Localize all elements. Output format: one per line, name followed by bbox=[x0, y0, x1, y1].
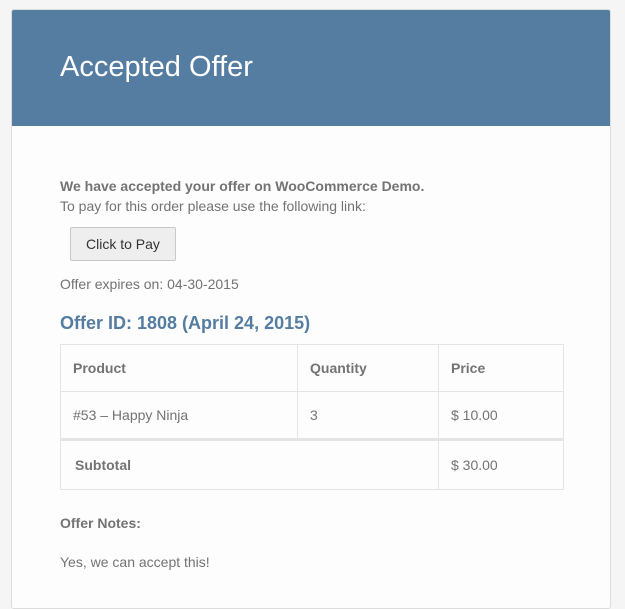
page-title: Accepted Offer bbox=[60, 50, 253, 83]
column-header-quantity: Quantity bbox=[297, 344, 439, 392]
email-body: We have accepted your offer on WooCommer… bbox=[12, 126, 610, 572]
intro-text: To pay for this order please use the fol… bbox=[60, 198, 366, 214]
click-to-pay-button[interactable]: Click to Pay bbox=[70, 227, 176, 261]
cell-quantity: 3 bbox=[297, 391, 439, 440]
email-header: Accepted Offer bbox=[12, 10, 610, 126]
email-card: Accepted Offer We have accepted your off… bbox=[11, 9, 611, 609]
offer-id-heading: Offer ID: 1808 (April 24, 2015) bbox=[60, 313, 311, 333]
offer-expires-text: Offer expires on: 04-30-2015 bbox=[60, 276, 239, 292]
table-header-row: Product Quantity Price bbox=[60, 344, 564, 392]
subtotal-value: $ 30.00 bbox=[438, 438, 564, 490]
subtotal-row: Subtotal $ 30.00 bbox=[60, 438, 564, 490]
table-row: #53 – Happy Ninja 3 $ 10.00 bbox=[60, 391, 564, 440]
offer-notes-title: Offer Notes: bbox=[60, 515, 141, 531]
column-header-product: Product bbox=[60, 344, 298, 392]
subtotal-label: Subtotal bbox=[60, 438, 439, 490]
cell-price: $ 10.00 bbox=[438, 391, 564, 440]
offer-items-table: Product Quantity Price #53 – Happy Ninja… bbox=[60, 344, 564, 490]
offer-notes-text: Yes, we can accept this! bbox=[60, 554, 210, 570]
column-header-price: Price bbox=[438, 344, 564, 392]
cell-product: #53 – Happy Ninja bbox=[60, 391, 298, 440]
intro-heading: We have accepted your offer on WooCommer… bbox=[60, 178, 425, 194]
